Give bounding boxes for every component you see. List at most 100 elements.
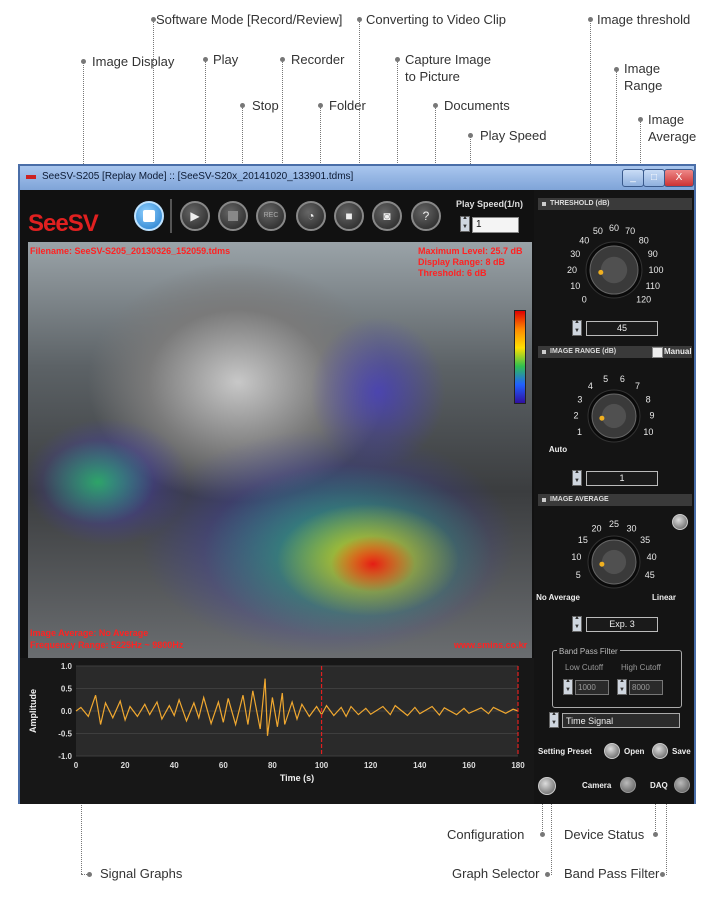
image-average-stepper[interactable] [572, 615, 582, 632]
display-range-overlay: Display Range: 8 dB [418, 257, 506, 267]
x-tick-label: 120 [364, 761, 378, 770]
x-tick-label: 40 [170, 761, 179, 770]
low-cutoff-input[interactable]: 1000 [575, 680, 609, 695]
threshold-stepper[interactable] [572, 319, 582, 336]
stop-button[interactable] [218, 201, 248, 231]
play-button[interactable]: ▶ [180, 201, 210, 231]
signal-chart: 1.0 0.5 0.0 -0.5 -1.00 20 40 60 80 100 120 140 160 18… [28, 662, 525, 783]
seesv-logo: SeeSV [28, 210, 99, 237]
image-average-value[interactable]: Exp. 3 [586, 617, 658, 632]
knob-pointer [599, 415, 605, 421]
signal-graph[interactable]: 1.0 0.5 0.0 -0.5 -1.0 0 20 40 60 80 100 120 140 160 18… [20, 658, 534, 804]
y-tick-label: 0.0 [61, 707, 73, 716]
control-panel: THRESHOLD (dB) 0 10 20 30 40 50 60 70 80 90 100 110… [534, 190, 694, 804]
x-tick-label: 160 [462, 761, 476, 770]
knob-tick-label: 90 [648, 249, 658, 259]
minimize-button[interactable]: _ [622, 169, 644, 187]
toolbar-divider [170, 199, 172, 233]
open-preset-button[interactable] [604, 743, 620, 759]
save-preset-button[interactable] [652, 743, 668, 759]
video-clip-button[interactable]: ■ [334, 201, 364, 231]
callout-configuration: Configuration [447, 827, 525, 842]
high-cutoff-label: High Cutoff [621, 663, 661, 672]
floppy-icon [143, 210, 155, 222]
knob-tick-label: 20 [567, 265, 577, 275]
auto-label: Auto [549, 445, 567, 454]
graph-selector[interactable]: Time Signal [562, 713, 680, 728]
software-mode-button[interactable] [134, 201, 164, 231]
configuration-button[interactable] [538, 777, 556, 795]
image-range-stepper[interactable] [572, 469, 582, 486]
y-tick-label: -0.5 [58, 730, 72, 739]
main-area: SeeSV ▶ REC ◔ ■ ◙ ? Play Speed(1/n) 1 Fi… [20, 190, 534, 804]
x-tick-label: 100 [315, 761, 329, 770]
callout-signal-graphs: Signal Graphs [100, 866, 183, 881]
knob-tick-label: 80 [639, 235, 649, 245]
x-tick-label: 0 [74, 761, 79, 770]
callout-image-average-1: Image [648, 112, 685, 127]
band-pass-legend: Band Pass Filter [557, 647, 620, 656]
camera-status-label: Camera [582, 781, 612, 790]
threshold-value[interactable]: 45 [586, 321, 658, 336]
website-overlay: www.smins.co.kr [454, 640, 528, 650]
documents-button[interactable]: ? [411, 201, 441, 231]
callout-software-mode: Software Mode [Record/Review] [156, 12, 343, 27]
image-average-header: IMAGE AVERAGE [538, 494, 692, 506]
recorder-button[interactable]: REC [256, 201, 286, 231]
video-camera-icon: ■ [345, 209, 353, 223]
y-tick-label: 1.0 [61, 662, 73, 671]
knob-tick-label: 40 [579, 235, 589, 245]
band-pass-filter-group: Band Pass Filter Low Cutoff High Cutoff … [552, 647, 682, 708]
app-logo-icon [26, 175, 36, 179]
callout-documents: Documents [444, 98, 510, 113]
window-title: SeeSV-S205 [Replay Mode] :: [SeeSV-S20x_… [42, 171, 354, 182]
low-cutoff-label: Low Cutoff [565, 663, 604, 672]
callout-image-range-2: Range [624, 78, 663, 93]
play-speed-stepper[interactable] [460, 215, 470, 232]
callout-stop: Stop [252, 98, 279, 113]
x-tick-label: 80 [268, 761, 277, 770]
image-average-knob[interactable]: 5 10 1520 25 3035 40 45 No Average Linear [534, 508, 694, 612]
play-speed-input[interactable]: 1 [472, 217, 519, 233]
high-cutoff-input[interactable]: 8000 [629, 680, 663, 695]
daq-status-indicator [674, 777, 690, 793]
knob-tick-label: 45 [645, 570, 655, 580]
knob-tick-label: 25 [609, 519, 619, 529]
manual-checkbox[interactable] [652, 347, 663, 358]
knob-center [600, 256, 628, 284]
close-button[interactable]: X [664, 169, 694, 187]
image-range-knob[interactable]: 12345 678910Auto [534, 360, 694, 464]
knob-tick-label: 50 [593, 226, 603, 236]
knob-tick-label: 40 [647, 552, 657, 562]
knob-tick-label: 120 [636, 295, 651, 305]
maximize-button[interactable]: □ [643, 169, 665, 187]
callout-band-pass-filter: Band Pass Filter [564, 866, 660, 881]
knob-tick-label: 7 [635, 381, 640, 391]
knob-tick-label: 10 [571, 552, 581, 562]
frequency-range-overlay: Frequency Range: 5225Hz ~ 9800Hz [30, 640, 184, 650]
knob-tick-label: 6 [620, 374, 625, 384]
stop-icon [228, 211, 238, 221]
capture-image-button[interactable]: ◙ [372, 201, 402, 231]
callout-converting: Converting to Video Clip [366, 12, 506, 27]
callout-image-threshold: Image threshold [597, 12, 691, 27]
image-range-value[interactable]: 1 [586, 471, 658, 486]
knob-tick-label: 110 [646, 281, 660, 291]
threshold-header: THRESHOLD (dB) [538, 198, 692, 210]
x-axis-label: Time (s) [280, 773, 314, 783]
folder-button[interactable]: ◔ [296, 201, 326, 231]
callout-capture-1: Capture Image [405, 52, 491, 67]
graph-selector-stepper[interactable] [549, 711, 559, 728]
image-display[interactable]: Filename: SeeSV-S205_20130326_152059.tdm… [28, 242, 532, 658]
knob-pointer [598, 269, 604, 275]
low-cutoff-stepper[interactable] [563, 678, 573, 695]
knob-tick-label: 70 [625, 226, 635, 236]
threshold-knob[interactable]: 010 20 30 40 50 60 70 80 90 100 110 120 [534, 212, 694, 322]
high-cutoff-stepper[interactable] [617, 678, 627, 695]
knob-tick-label: 8 [646, 394, 651, 404]
knob-tick-label: 30 [627, 523, 637, 533]
color-scale-bar [514, 310, 526, 404]
callout-graph-selector: Graph Selector [452, 866, 540, 881]
help-icon: ? [422, 209, 430, 223]
open-label: Open [624, 747, 645, 756]
